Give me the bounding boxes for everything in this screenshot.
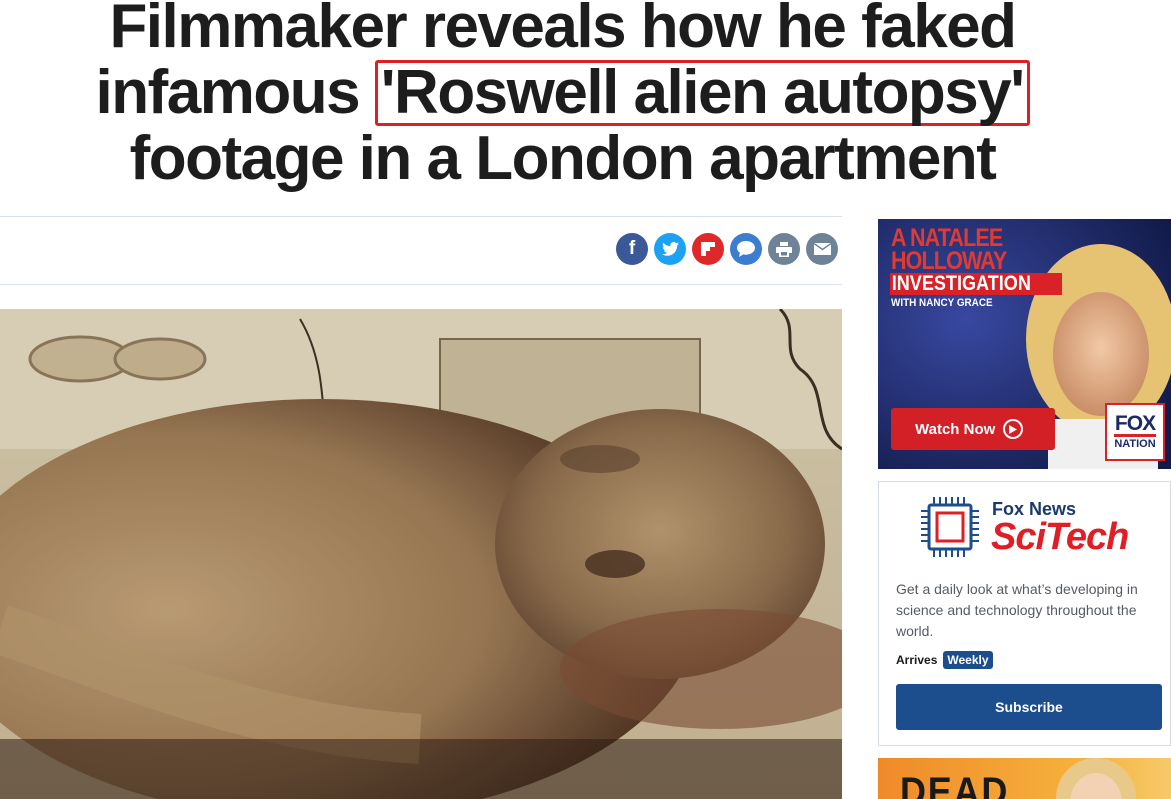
arrives-label: Arrives <box>896 653 938 667</box>
newsletter-frequency: Arrives Weekly <box>896 651 993 669</box>
printer-icon <box>776 241 792 257</box>
twitter-share-button[interactable] <box>654 233 686 265</box>
newsletter-brand-name: SciTech <box>991 516 1129 558</box>
facebook-share-button[interactable]: f <box>616 233 648 265</box>
ad-title-holloway: HOLLOWAY <box>891 247 1007 275</box>
scitech-newsletter-card: Fox News SciTech Get a daily look at wha… <box>878 481 1171 746</box>
comments-button[interactable] <box>730 233 762 265</box>
headline-line-1: Filmmaker reveals how he faked <box>109 0 1017 61</box>
fox-logo-text: FOX <box>1114 412 1156 435</box>
ad-watch-now-button[interactable]: Watch Now <box>891 408 1055 450</box>
headline-highlight-box: 'Roswell alien autopsy' <box>374 60 1030 126</box>
article-headline: Filmmaker reveals how he faked infamous … <box>0 0 1125 192</box>
ad-title-line1: A NATALEE HOLLOWAY <box>891 226 1007 275</box>
fox-nation-logo: FOX NATION <box>1105 403 1165 461</box>
print-button[interactable] <box>768 233 800 265</box>
microchip-icon <box>921 497 979 557</box>
play-icon <box>1003 419 1024 439</box>
nation-logo-text: NATION <box>1114 434 1156 450</box>
newsletter-description: Get a daily look at what’s developing in… <box>896 581 1138 639</box>
headline-line-2: infamous 'Roswell alien autopsy' <box>0 60 1125 126</box>
flipboard-share-button[interactable] <box>692 233 724 265</box>
facebook-icon: f <box>628 238 636 259</box>
frequency-badge: Weekly <box>943 651 993 669</box>
subscribe-button[interactable]: Subscribe <box>896 684 1162 730</box>
email-share-button[interactable] <box>806 233 838 265</box>
ad-watch-now-label: Watch Now <box>915 420 996 438</box>
share-bar: f <box>0 217 842 284</box>
flipboard-icon <box>701 242 715 256</box>
bottom-ad-title: DEAD <box>900 770 1010 799</box>
ad-title-investigation: INVESTIGATION <box>890 273 1062 295</box>
share-icons: f <box>616 233 838 265</box>
share-bar-bottom-divider <box>0 284 842 285</box>
alien-autopsy-photo <box>0 309 842 799</box>
bottom-ad[interactable]: DEAD <box>878 758 1171 799</box>
headline-line-2-prefix: infamous <box>95 58 360 127</box>
comment-bubble-icon <box>737 241 755 257</box>
hero-image[interactable] <box>0 309 842 799</box>
natalee-holloway-ad[interactable]: A NATALEE HOLLOWAY INVESTIGATION WITH NA… <box>878 219 1171 469</box>
headline-line-3: footage in a London apartment <box>129 124 997 193</box>
twitter-icon <box>661 242 679 256</box>
ad-subtitle: WITH NANCY GRACE <box>891 297 993 309</box>
ad2-portrait <box>1056 758 1136 799</box>
envelope-icon <box>813 243 831 255</box>
